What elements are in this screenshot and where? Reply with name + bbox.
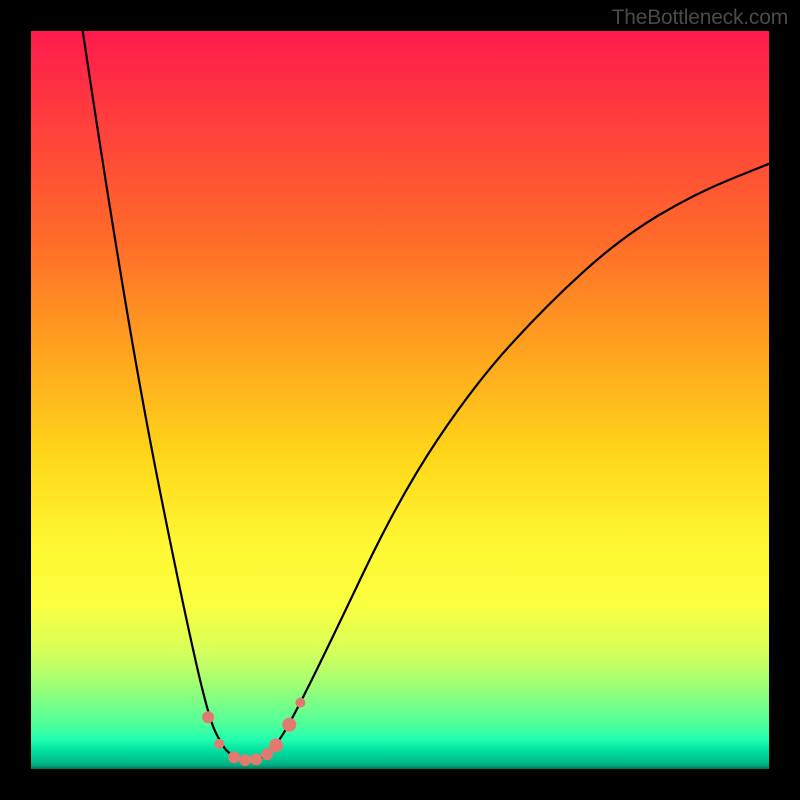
curve-marker-2 bbox=[228, 751, 240, 763]
curve-markers bbox=[202, 698, 305, 767]
curve-marker-7 bbox=[282, 718, 296, 732]
bottleneck-curve bbox=[83, 31, 769, 760]
curve-marker-8 bbox=[295, 698, 305, 708]
curve-marker-3 bbox=[239, 754, 251, 766]
curve-marker-1 bbox=[214, 739, 224, 749]
attribution-text: TheBottleneck.com bbox=[612, 6, 788, 30]
curve-marker-6 bbox=[269, 738, 283, 752]
curve-marker-0 bbox=[202, 711, 214, 723]
plot-area bbox=[31, 31, 769, 769]
curve-marker-4 bbox=[250, 753, 262, 765]
outer-frame: TheBottleneck.com bbox=[0, 0, 800, 800]
curve-svg bbox=[31, 31, 769, 769]
